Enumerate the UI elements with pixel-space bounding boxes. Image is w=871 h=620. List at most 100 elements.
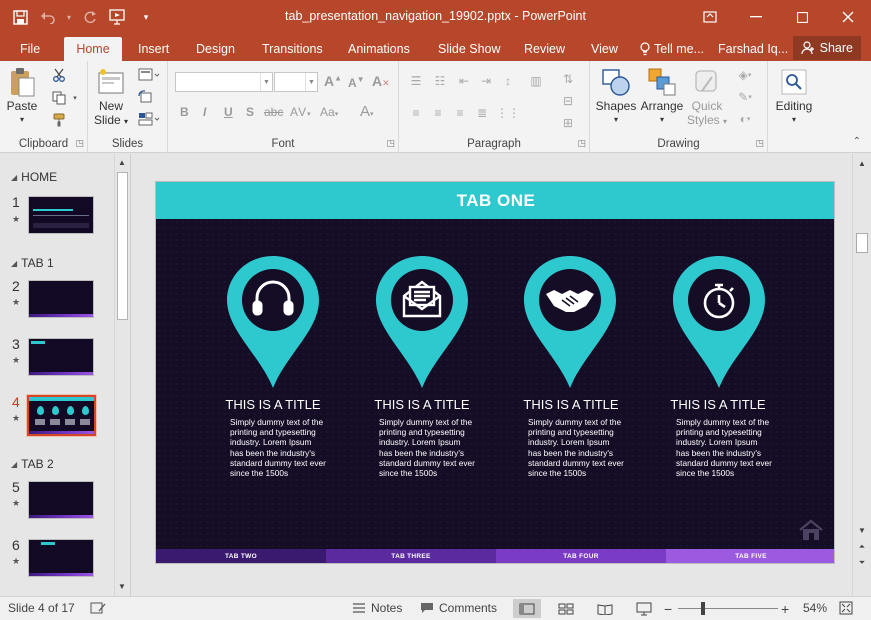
- maximize-icon[interactable]: [779, 0, 825, 34]
- zoom-in-button[interactable]: +: [781, 601, 789, 617]
- tab-home[interactable]: Home: [64, 37, 122, 61]
- zoom-slider-handle[interactable]: [701, 602, 705, 615]
- increase-indent-icon[interactable]: ⇥: [477, 73, 495, 89]
- close-icon[interactable]: [825, 0, 871, 34]
- font-name-dropdown-icon[interactable]: ▼: [260, 73, 272, 91]
- zoom-slider-track[interactable]: [678, 608, 778, 609]
- columns-icon[interactable]: ⋮⋮: [496, 105, 520, 121]
- increase-font-size-icon[interactable]: A▲: [324, 73, 342, 89]
- arrange-button[interactable]: Arrange ▾: [640, 65, 684, 127]
- cut-icon[interactable]: [50, 67, 68, 83]
- format-painter-icon[interactable]: [50, 112, 68, 128]
- change-case-icon[interactable]: Aa▾: [320, 105, 338, 119]
- map-pin-2[interactable]: [374, 254, 470, 390]
- map-pin-3[interactable]: [522, 254, 618, 390]
- justify-icon[interactable]: ≣: [473, 105, 491, 121]
- bullets-icon[interactable]: ☰: [407, 73, 425, 89]
- copy-dropdown-icon[interactable]: ▾: [66, 90, 84, 106]
- home-icon[interactable]: [798, 519, 824, 541]
- pin-1-title[interactable]: THIS IS A TITLE: [208, 397, 338, 412]
- section-collapse-icon[interactable]: ◢: [11, 259, 17, 268]
- fit-slide-to-window-icon[interactable]: [839, 601, 853, 615]
- section-home[interactable]: ◢ HOME: [11, 170, 57, 184]
- shadow-icon[interactable]: S: [246, 105, 254, 119]
- editing-button[interactable]: Editing ▾: [768, 65, 820, 127]
- arrange-dropdown-icon[interactable]: ▾: [660, 113, 664, 127]
- slide-sorter-view-icon[interactable]: [552, 599, 580, 618]
- font-dialog-launcher-icon[interactable]: ◳: [386, 138, 395, 149]
- user-name[interactable]: Farshad Iq...: [708, 37, 798, 61]
- align-center-icon[interactable]: ≡: [429, 105, 447, 121]
- map-pin-1[interactable]: [225, 254, 321, 390]
- zoom-level[interactable]: 54%: [803, 601, 827, 615]
- font-name-combo[interactable]: ▼: [175, 72, 273, 92]
- paste-button[interactable]: Paste ▾: [6, 65, 38, 127]
- section-tab2[interactable]: ◢ TAB 2: [11, 457, 54, 471]
- slide-thumbnail-3[interactable]: [28, 338, 94, 376]
- text-columns-icon[interactable]: ▥: [527, 73, 545, 89]
- pin-2-title[interactable]: THIS IS A TITLE: [357, 397, 487, 412]
- share-button[interactable]: Share: [792, 36, 861, 60]
- nav-tab-two[interactable]: TAB TWO: [156, 549, 326, 563]
- shape-fill-icon[interactable]: ◈ ▾: [732, 67, 758, 83]
- slide-thumbnail-5[interactable]: [28, 481, 94, 519]
- reading-view-icon[interactable]: [591, 599, 619, 618]
- notes-button[interactable]: Notes: [352, 601, 402, 615]
- tab-transitions[interactable]: Transitions: [252, 37, 333, 61]
- paste-dropdown-icon[interactable]: ▾: [20, 113, 24, 127]
- font-size-combo[interactable]: ▼: [274, 72, 318, 92]
- numbering-icon[interactable]: ☷: [431, 73, 449, 89]
- align-left-icon[interactable]: ≡: [407, 105, 425, 121]
- slide-header-tab-one[interactable]: TAB ONE: [156, 182, 834, 219]
- nav-tab-five[interactable]: TAB FIVE: [666, 549, 834, 563]
- zoom-out-button[interactable]: −: [664, 601, 672, 617]
- section-collapse-icon[interactable]: ◢: [11, 173, 17, 182]
- font-color-icon[interactable]: A▾: [360, 103, 374, 120]
- decrease-font-size-icon[interactable]: A▼: [348, 75, 365, 90]
- line-spacing-icon[interactable]: ↕: [499, 73, 517, 89]
- slide-scroll-thumb[interactable]: [856, 233, 868, 253]
- pin-3-text[interactable]: Simply dummy text of the printing and ty…: [528, 417, 624, 478]
- collapse-ribbon-icon[interactable]: ⌃: [848, 133, 866, 149]
- pin-2-text[interactable]: Simply dummy text of the printing and ty…: [379, 417, 475, 478]
- pin-1-text[interactable]: Simply dummy text of the printing and ty…: [230, 417, 326, 478]
- drawing-dialog-launcher-icon[interactable]: ◳: [755, 138, 764, 149]
- shape-outline-icon[interactable]: ✎ ▾: [732, 89, 758, 105]
- minimize-icon[interactable]: [733, 0, 779, 34]
- previous-slide-icon[interactable]: ⏶: [856, 541, 868, 553]
- align-right-icon[interactable]: ≡: [451, 105, 469, 121]
- strikethrough-icon[interactable]: abc: [264, 105, 283, 119]
- shapes-button[interactable]: Shapes ▾: [596, 65, 636, 127]
- comments-button[interactable]: Comments: [420, 601, 497, 615]
- tab-view[interactable]: View: [581, 37, 628, 61]
- section-collapse-icon[interactable]: ◢: [11, 460, 17, 469]
- italic-icon[interactable]: I: [203, 105, 206, 119]
- clear-formatting-icon[interactable]: A✕: [372, 73, 390, 89]
- character-spacing-icon[interactable]: AV▾: [290, 105, 312, 119]
- thumbnail-scroll-thumb[interactable]: [117, 172, 128, 320]
- new-slide-button[interactable]: New Slide ▾: [94, 65, 128, 129]
- section-icon[interactable]: [136, 111, 162, 127]
- scroll-up-icon[interactable]: ▲: [856, 157, 868, 169]
- nav-tab-four[interactable]: TAB FOUR: [496, 549, 666, 563]
- paragraph-dialog-launcher-icon[interactable]: ◳: [577, 138, 586, 149]
- tab-file[interactable]: File: [10, 37, 50, 61]
- spell-check-icon[interactable]: [90, 601, 106, 615]
- slide-thumbnail-4[interactable]: [26, 394, 97, 437]
- smartart-icon[interactable]: ⊞: [559, 115, 577, 131]
- section-tab1[interactable]: ◢ TAB 1: [11, 256, 54, 270]
- layout-icon[interactable]: [136, 67, 162, 83]
- reset-slide-icon[interactable]: [136, 89, 154, 105]
- editing-dropdown-icon[interactable]: ▾: [792, 113, 796, 127]
- slide-thumbnail-2[interactable]: [28, 280, 94, 318]
- font-size-dropdown-icon[interactable]: ▼: [305, 73, 317, 91]
- thumbnail-scrollbar[interactable]: ▲ ▼: [114, 154, 130, 596]
- text-direction-icon[interactable]: ⇅: [559, 71, 577, 87]
- tab-design[interactable]: Design: [186, 37, 245, 61]
- shapes-dropdown-icon[interactable]: ▾: [614, 113, 618, 127]
- slide-thumbnail-6[interactable]: [28, 539, 94, 577]
- scroll-down-icon[interactable]: ▼: [856, 524, 868, 536]
- decrease-indent-icon[interactable]: ⇤: [455, 73, 473, 89]
- pin-3-title[interactable]: THIS IS A TITLE: [506, 397, 636, 412]
- shape-effects-icon[interactable]: ◐ ▾: [732, 111, 758, 127]
